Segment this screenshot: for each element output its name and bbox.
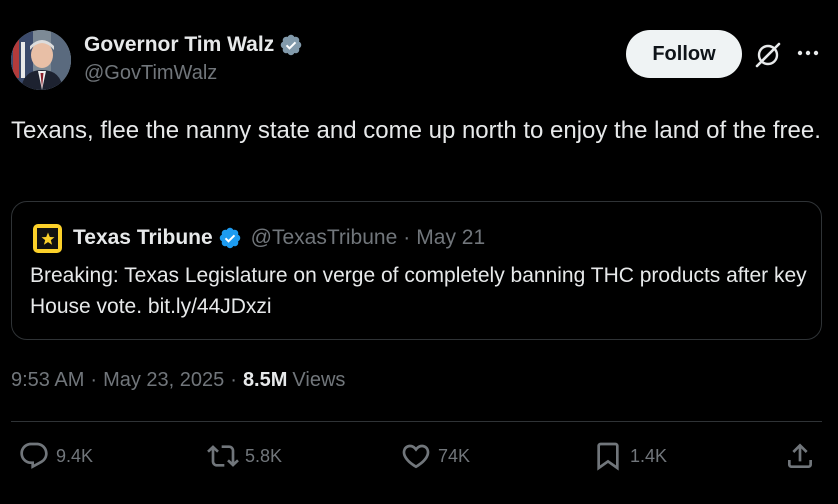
tribune-logo-icon [37, 228, 58, 249]
reply-count: 9.4K [56, 445, 94, 466]
tweet-card: Governor Tim Walz @GovTimWalz Follow Tex… [0, 0, 838, 504]
like-count: 74K [438, 445, 471, 466]
follow-button[interactable]: Follow [626, 30, 742, 78]
quote-text: Breaking: Texas Legislature on verge of … [30, 264, 807, 318]
author-handle[interactable]: @GovTimWalz [84, 62, 217, 85]
bookmark-icon [597, 442, 619, 471]
tweet-text: Texans, flee the nanny state and come up… [11, 117, 821, 144]
quote-handle[interactable]: @TexasTribune [251, 226, 398, 250]
quote-separator: · [403, 226, 411, 249]
meta-separator: · [90, 369, 98, 391]
views-label: Views [292, 369, 346, 391]
quote-avatar[interactable] [33, 224, 62, 253]
quote-date[interactable]: May 21 [416, 226, 485, 250]
divider [11, 421, 822, 422]
bookmark-count: 1.4K [630, 445, 668, 466]
repost-count: 5.8K [245, 445, 283, 466]
heart-icon [402, 444, 430, 469]
meta-separator-2: · [230, 369, 237, 391]
author-avatar[interactable] [11, 30, 71, 90]
reply-icon [20, 442, 48, 469]
tweet-date[interactable]: May 23, 2025 [103, 369, 224, 392]
more-options-icon[interactable] [795, 40, 821, 66]
author-display-name[interactable]: Governor Tim Walz [84, 33, 274, 57]
views-count[interactable]: 8.5M [243, 369, 287, 392]
repost-icon [207, 445, 239, 467]
reply-button[interactable]: 9.4K [18, 440, 93, 472]
share-icon [788, 443, 812, 468]
quoted-tweet[interactable]: Texas Tribune @TexasTribune · May 21 Bre… [11, 201, 822, 340]
repost-button[interactable]: 5.8K [207, 440, 282, 472]
tweet-meta: 9:53 AM · May 23, 2025 · 8.5M Views [11, 369, 345, 392]
tweet-time[interactable]: 9:53 AM [11, 369, 84, 392]
grok-icon[interactable] [753, 40, 783, 70]
quote-header: Texas Tribune @TexasTribune · May 21 [73, 226, 485, 250]
author-name-row: Governor Tim Walz [84, 33, 303, 57]
like-button[interactable]: 74K [400, 440, 470, 472]
bookmark-button[interactable]: 1.4K [592, 440, 667, 472]
verified-gray-icon[interactable] [279, 33, 303, 57]
quote-display-name[interactable]: Texas Tribune [73, 226, 213, 250]
verified-blue-icon [219, 227, 240, 249]
share-button[interactable] [784, 440, 816, 472]
